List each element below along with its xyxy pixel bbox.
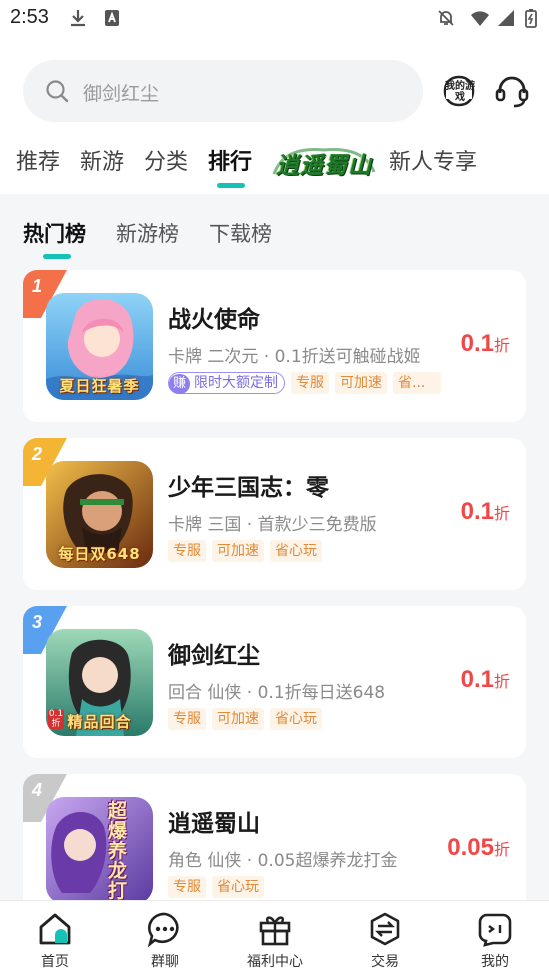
icon-banner-text: 超爆养龙打金 bbox=[108, 800, 128, 904]
rank-number: 2 bbox=[32, 444, 43, 464]
nav-label: 首页 bbox=[41, 954, 69, 970]
home-icon bbox=[39, 913, 71, 945]
trade-icon bbox=[370, 912, 400, 946]
price-value: 0.1 bbox=[460, 498, 494, 525]
tab-new-games[interactable]: 新游 bbox=[80, 144, 124, 176]
search-placeholder: 御剑红尘 bbox=[83, 83, 160, 105]
earn-tag: 赚限时大额定制 bbox=[168, 372, 286, 394]
tag: 专服 bbox=[168, 876, 206, 898]
discount-price: 0.1折 bbox=[461, 330, 510, 358]
tag: 专服 bbox=[168, 708, 206, 730]
game-tags: 赚限时大额定制 专服 可加速 省... bbox=[168, 372, 447, 394]
ranking-sub-tabs: 热门榜 新游榜 下载榜 bbox=[0, 194, 549, 264]
earn-badge: 赚 bbox=[169, 374, 191, 394]
game-name: 战火使命 bbox=[168, 307, 260, 333]
nav-label: 群聊 bbox=[151, 954, 179, 970]
nav-active-indicator bbox=[217, 183, 245, 188]
price-unit: 折 bbox=[493, 504, 510, 523]
nav-label: 交易 bbox=[371, 954, 399, 970]
icon-banner-text: 每日双648 bbox=[58, 545, 141, 563]
tag: 专服 bbox=[168, 540, 206, 562]
tag: 省心玩 bbox=[212, 876, 264, 898]
nav-welfare-center[interactable]: 福利中心 bbox=[220, 901, 330, 976]
bottom-nav: 首页 群聊 福利中心 交易 我的 bbox=[0, 900, 549, 976]
icon-banner-text: 精品回合 bbox=[67, 713, 132, 731]
tab-download-list[interactable]: 下载榜 bbox=[209, 218, 272, 248]
discount-price: 0.05折 bbox=[447, 834, 510, 862]
game-icon: 夏日狂暑季 bbox=[46, 293, 153, 400]
tab-recommend[interactable]: 推荐 bbox=[16, 144, 60, 176]
xiaoyao-logo-text: 逍遥蜀山 bbox=[276, 153, 372, 179]
subtab-active-indicator bbox=[43, 254, 71, 259]
game-icon: 0.1折 精品回合 bbox=[46, 629, 153, 736]
nav-group-chat[interactable]: 群聊 bbox=[110, 901, 220, 976]
nav-trade[interactable]: 交易 bbox=[330, 901, 440, 976]
nav-profile[interactable]: 我的 bbox=[440, 901, 549, 976]
game-tags: 专服 可加速 省心玩 bbox=[168, 540, 328, 562]
game-name: 御剑红尘 bbox=[168, 643, 260, 669]
game-description: 角色 仙侠 · 0.05超爆养龙打金 bbox=[168, 851, 398, 871]
price-unit: 折 bbox=[493, 672, 510, 691]
headset-icon bbox=[495, 76, 529, 108]
game-description: 卡牌 三国 · 首款少三免费版 bbox=[168, 515, 377, 535]
game-card[interactable]: 1 夏日狂暑季 战火使命 卡牌 二次元 · 0.1折送可触碰战姬 赚限时大额定制… bbox=[23, 270, 526, 422]
chat-icon bbox=[147, 912, 179, 947]
tag: 可加速 bbox=[335, 372, 388, 394]
search-input[interactable]: 御剑红尘 bbox=[23, 60, 423, 122]
nav-label: 我的 bbox=[481, 954, 509, 970]
wifi-icon bbox=[471, 11, 489, 26]
price-value: 0.1 bbox=[460, 330, 494, 357]
tag: 专服 bbox=[291, 372, 330, 394]
game-description: 回合 仙侠 · 0.1折每日送648 bbox=[168, 683, 386, 703]
tab-newcomer[interactable]: 新人专享 bbox=[389, 144, 477, 176]
tab-ranking[interactable]: 排行 bbox=[208, 144, 252, 176]
download-icon bbox=[71, 10, 85, 27]
discount-price: 0.1折 bbox=[461, 498, 510, 526]
game-card[interactable]: 2 每日双648 少年三国志：零 卡牌 三国 · 首款少三免费版 专服 可加速 省心… bbox=[23, 438, 526, 590]
profile-icon bbox=[478, 913, 512, 947]
status-time: 2:53 bbox=[10, 6, 49, 28]
game-icon: 超爆养龙打金 bbox=[46, 797, 153, 904]
game-description: 卡牌 二次元 · 0.1折送可触碰战姬 bbox=[168, 347, 421, 367]
status-bar: 2:53 bbox=[0, 0, 549, 40]
battery-icon bbox=[525, 9, 537, 28]
rank-number: 1 bbox=[32, 276, 43, 296]
game-card[interactable]: 3 0.1折 精品回合 御剑红尘 回合 仙侠 · 0.1折每日送648 专服 可加… bbox=[23, 606, 526, 758]
price-unit: 折 bbox=[493, 336, 510, 355]
mute-icon bbox=[438, 10, 454, 26]
my-games-button[interactable]: 我的游戏 bbox=[441, 73, 477, 109]
tab-categories[interactable]: 分类 bbox=[144, 144, 188, 176]
nav-home[interactable]: 首页 bbox=[0, 901, 110, 976]
signal-icon bbox=[498, 10, 514, 26]
tag: 省心玩 bbox=[270, 540, 322, 562]
game-icon: 每日双648 bbox=[46, 461, 153, 568]
game-name: 少年三国志：零 bbox=[168, 475, 329, 501]
earn-tag-text: 限时大额定制 bbox=[194, 375, 279, 391]
rank-number: 4 bbox=[32, 780, 43, 800]
customer-service-button[interactable] bbox=[494, 73, 530, 109]
gift-icon bbox=[259, 916, 291, 946]
my-games-label: 我的游戏 bbox=[445, 81, 475, 103]
ranking-content: 热门榜 新游榜 下载榜 1 夏日狂暑季 战火使命 卡牌 二次元 · 0.1折送可… bbox=[0, 194, 549, 926]
rank-number: 3 bbox=[32, 612, 43, 632]
tag: 省心玩 bbox=[270, 708, 322, 730]
tag: 省... bbox=[393, 372, 442, 394]
game-name: 逍遥蜀山 bbox=[168, 811, 260, 837]
tab-new-list[interactable]: 新游榜 bbox=[116, 218, 179, 248]
tab-xiaoyao-shushan[interactable]: 逍遥蜀山 bbox=[272, 144, 376, 179]
price-value: 0.05 bbox=[447, 834, 494, 861]
tag: 可加速 bbox=[212, 708, 264, 730]
nav-label: 福利中心 bbox=[247, 954, 303, 970]
price-value: 0.1 bbox=[460, 666, 494, 693]
discount-price: 0.1折 bbox=[461, 666, 510, 694]
game-tags: 专服 省心玩 bbox=[168, 876, 270, 898]
sim-icon bbox=[105, 10, 119, 26]
search-icon bbox=[46, 80, 69, 103]
icon-banner-text: 夏日狂暑季 bbox=[59, 377, 140, 395]
game-tags: 专服 可加速 省心玩 bbox=[168, 708, 328, 730]
price-unit: 折 bbox=[493, 840, 510, 859]
tab-hot-list[interactable]: 热门榜 bbox=[23, 218, 86, 248]
tag: 可加速 bbox=[212, 540, 264, 562]
